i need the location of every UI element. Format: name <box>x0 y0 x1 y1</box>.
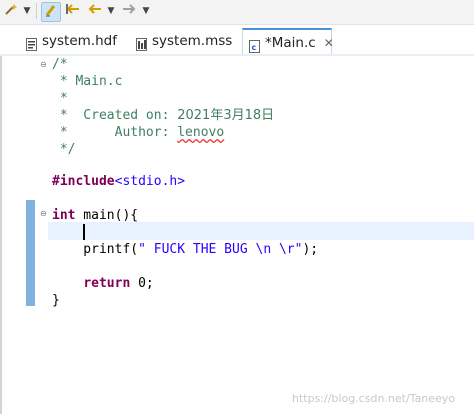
code-line-5: * Author: lenovo <box>52 125 225 140</box>
back-dropdown-icon[interactable]: ▼ <box>106 2 116 20</box>
close-tab-icon[interactable]: ✕ <box>324 36 334 50</box>
code-editor[interactable]: ⊖ ⊖ /* * Main.c * * Created on: 2021年3月1… <box>0 56 474 414</box>
file-hdf-icon <box>26 34 38 51</box>
tab-system-hdf[interactable]: system.hdf <box>26 28 117 54</box>
fold-collapse-icon[interactable]: ⊖ <box>40 60 47 70</box>
code-line-printf: printf(" FUCK THE BUG \n \r"); <box>52 242 319 257</box>
toolbar-separator <box>36 3 37 19</box>
code-line-6: */ <box>52 142 76 157</box>
toolbar: ▼ ▼ ▼ <box>0 0 474 25</box>
code-line-main: int main(){ <box>52 208 139 223</box>
tab-system-mss[interactable]: system.mss <box>136 28 232 54</box>
change-marker-bar <box>26 200 35 306</box>
code-line-return: return 0; <box>83 276 154 291</box>
highlight-icon[interactable] <box>41 2 61 22</box>
forward-icon[interactable] <box>120 2 138 20</box>
current-line-highlight <box>48 222 474 240</box>
text-caret <box>83 224 85 240</box>
tab-label: *Main.c <box>265 35 316 51</box>
code-line-include: #include<stdio.h> <box>52 174 186 189</box>
svg-text:c: c <box>252 43 257 52</box>
code-line-4: * Created on: 2021年3月18日 <box>52 108 275 123</box>
spelling-marker: lenovo <box>177 125 225 140</box>
editor-tab-bar: system.hdf system.mss c *Main.c ✕ <box>0 28 474 54</box>
file-mss-icon <box>136 34 148 51</box>
tab-label: system.mss <box>152 33 233 49</box>
watermark: https://blog.csdn.net/Taneeyo <box>292 392 456 405</box>
code-line-2: * Main.c <box>52 74 123 89</box>
fold-collapse-icon[interactable]: ⊖ <box>40 209 47 219</box>
code-line-3: * <box>52 91 68 106</box>
editor-frame <box>0 56 2 414</box>
forward-dropdown-icon[interactable]: ▼ <box>141 2 151 20</box>
wand-icon[interactable] <box>3 2 19 20</box>
code-line-close: } <box>52 293 60 308</box>
tab-main-c[interactable]: c *Main.c ✕ <box>242 28 334 54</box>
last-edit-icon[interactable] <box>64 2 82 20</box>
c-file-icon: c <box>249 36 261 53</box>
dropdown-arrow-icon[interactable]: ▼ <box>22 2 32 20</box>
back-icon[interactable] <box>86 2 104 20</box>
tab-label: system.hdf <box>42 33 117 49</box>
code-line-1: /* <box>52 57 68 72</box>
